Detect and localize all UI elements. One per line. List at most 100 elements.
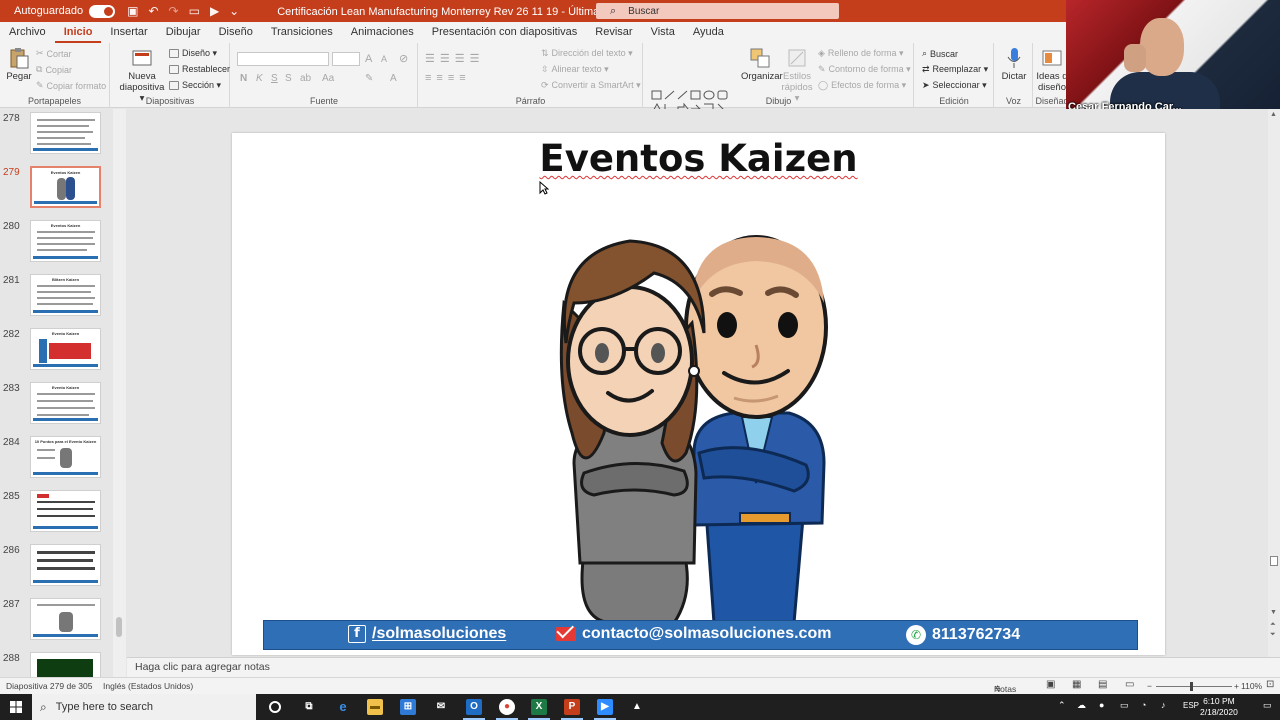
battery-icon[interactable]: ▭ (1120, 700, 1129, 711)
tab-dibujar[interactable]: Dibujar (157, 22, 210, 43)
tray-chevron-icon[interactable]: ⌃ (1058, 700, 1066, 711)
slide-thumbnails-pane[interactable]: 278 279 Eventos Kaizen 280 Eventos Kaize… (0, 109, 126, 677)
thumbnail-280[interactable]: 280 Eventos Kaizen (0, 219, 125, 269)
onedrive-icon[interactable]: ☁ (1077, 700, 1086, 711)
store-icon[interactable]: ⊞ (400, 699, 416, 715)
tab-archivo[interactable]: Archivo (0, 22, 55, 43)
taskbar-search-box[interactable]: ⌕ Type here to search (32, 694, 256, 720)
thumbnail-279[interactable]: 279 Eventos Kaizen (0, 165, 125, 215)
notes-pane[interactable]: Haga clic para agregar notas (127, 657, 1280, 677)
zoom-in-icon[interactable]: + (1234, 681, 1239, 691)
facebook-contact[interactable]: f /solmasoluciones (348, 625, 506, 643)
thumbnail-scrollbar[interactable] (113, 109, 126, 677)
cortana-icon[interactable] (269, 701, 281, 713)
bold-button[interactable]: N (240, 73, 247, 84)
autosave-control[interactable]: Autoguardado (14, 4, 116, 18)
task-view-icon[interactable]: ⧉ (301, 699, 317, 715)
tab-inicio[interactable]: Inicio (54, 22, 102, 43)
slideshow-view-icon[interactable]: ▭ (1125, 679, 1134, 690)
thumbnail-285[interactable]: 285 (0, 489, 125, 539)
list-buttons[interactable]: ☰☰☰☰ (425, 52, 484, 65)
change-case-icon[interactable]: Aa (322, 73, 334, 84)
shape-fill-button[interactable]: ◈ Relleno de forma ▾ (818, 48, 903, 59)
zoom-out-icon[interactable]: − (1147, 681, 1152, 691)
volume-icon[interactable]: ♪ (1161, 700, 1166, 710)
align-text-button[interactable]: ⇳ Alinear texto ▾ (541, 64, 609, 75)
network-icon[interactable]: ◔ (1141, 700, 1146, 710)
next-slide-icon[interactable]: ⏷ (1270, 631, 1276, 639)
email-contact[interactable]: contacto@solmasoluciones.com (556, 625, 831, 643)
find-button[interactable]: ⌕ Buscar (922, 48, 958, 59)
copy-button[interactable]: ⧉ Copiar (36, 64, 72, 75)
windows-start-icon[interactable] (10, 701, 22, 713)
thumbnail-278[interactable]: 278 (0, 111, 125, 161)
zoom-slider[interactable] (1156, 682, 1232, 691)
outlook-icon[interactable]: O (463, 699, 485, 720)
scroll-down-icon[interactable]: ▼ (1270, 609, 1277, 616)
format-painter-button[interactable]: ✎ Copiar formato (36, 80, 106, 91)
powerpoint-icon[interactable]: P (561, 699, 583, 720)
thumbnail-287[interactable]: 287 (0, 597, 125, 647)
fit-slide-icon[interactable]: ⊡ (1266, 679, 1274, 690)
design-ideas-button[interactable]: Ideas d diseño (1036, 47, 1068, 93)
edge-icon[interactable]: e (335, 699, 351, 715)
input-language[interactable]: ESP (1183, 701, 1199, 710)
autosave-toggle[interactable] (89, 4, 116, 18)
zoom-level[interactable]: 110% (1241, 681, 1262, 691)
font-color-icon[interactable]: A (390, 73, 397, 84)
tab-transiciones[interactable]: Transiciones (262, 22, 342, 43)
tab-revisar[interactable]: Revisar (586, 22, 641, 43)
file-explorer-icon[interactable]: ▬ (367, 699, 383, 715)
grow-font-button[interactable]: A (365, 53, 372, 65)
dictate-button[interactable]: Dictar (998, 47, 1030, 82)
whatsapp-contact[interactable]: ✆ 8113762734 (906, 625, 1020, 645)
paste-button[interactable]: Pegar (6, 47, 32, 82)
text-direction-button[interactable]: ⇅ Dirección del texto ▾ (541, 48, 633, 59)
slide-canvas[interactable]: Eventos Kaizen f /solmasoluciones contac… (232, 133, 1165, 655)
quick-styles-button[interactable]: Estilos rápidos ▾ (779, 47, 815, 104)
excel-icon[interactable]: X (528, 699, 550, 720)
tab-ayuda[interactable]: Ayuda (684, 22, 733, 43)
align-buttons[interactable]: ≡≡≡≡ (425, 72, 471, 84)
italic-button[interactable]: K (256, 73, 263, 84)
title-search-box[interactable]: ⌕ Buscar (596, 3, 839, 19)
reading-view-icon[interactable]: ▤ (1098, 679, 1107, 690)
thumbnail-282[interactable]: 282 Evento Kaizen (0, 327, 125, 377)
redo-icon[interactable]: ↷ (169, 4, 179, 18)
reset-button[interactable]: Restablecer (169, 64, 230, 74)
tab-presentacion[interactable]: Presentación con diapositivas (423, 22, 587, 43)
start-slideshow-icon[interactable]: ▶ (210, 4, 219, 18)
zoom-app-icon[interactable]: ▶ (594, 699, 616, 720)
slide-scroll-thumb[interactable] (1270, 556, 1278, 566)
layout-button[interactable]: Diseño ▾ (169, 48, 217, 59)
mail-icon[interactable]: ✉ (433, 699, 449, 715)
tab-diseno[interactable]: Diseño (210, 22, 262, 43)
clear-format-icon[interactable]: ⊘ (399, 52, 408, 65)
section-button[interactable]: Sección ▾ (169, 80, 221, 91)
highlight-icon[interactable]: ✎ (365, 73, 373, 84)
select-button[interactable]: ➤ Seleccionar ▾ (922, 80, 987, 91)
language-indicator[interactable]: Inglés (Estados Unidos) (103, 681, 193, 691)
smartart-button[interactable]: ⟳ Convertir a SmartArt ▾ (541, 80, 641, 91)
cut-button[interactable]: ✂ Cortar (36, 48, 72, 59)
shape-effects-button[interactable]: ◯ Efectos de forma ▾ (818, 80, 906, 91)
arrange-button[interactable]: Organizar (741, 47, 783, 82)
slide-title[interactable]: Eventos Kaizen (232, 137, 1165, 180)
thumbnail-scroll-thumb[interactable] (116, 617, 122, 637)
present-icon[interactable]: ▭ (189, 4, 200, 18)
thumbnail-283[interactable]: 283 Evento Kaizen (0, 381, 125, 431)
strike-button[interactable]: S (285, 73, 292, 84)
photos-icon[interactable]: ▲ (629, 699, 645, 715)
replace-button[interactable]: ⇄ Reemplazar ▾ (922, 64, 988, 75)
shape-outline-button[interactable]: ✎ Contorno de forma ▾ (818, 64, 911, 75)
shrink-font-button[interactable]: A (381, 54, 387, 64)
thumbnail-281[interactable]: 281 Blitzen Kaizen (0, 273, 125, 323)
thumbnail-288[interactable]: 288 (0, 651, 125, 677)
scroll-up-icon[interactable]: ▲ (1270, 111, 1277, 118)
underline-button[interactable]: S (271, 73, 278, 84)
font-name-box[interactable] (237, 52, 329, 66)
slide-sorter-icon[interactable]: ▦ (1072, 679, 1081, 690)
chrome-icon[interactable]: ● (496, 699, 518, 720)
previous-slide-icon[interactable]: ⏶ (1270, 621, 1276, 629)
notifications-icon[interactable]: ▭ (1263, 700, 1272, 711)
